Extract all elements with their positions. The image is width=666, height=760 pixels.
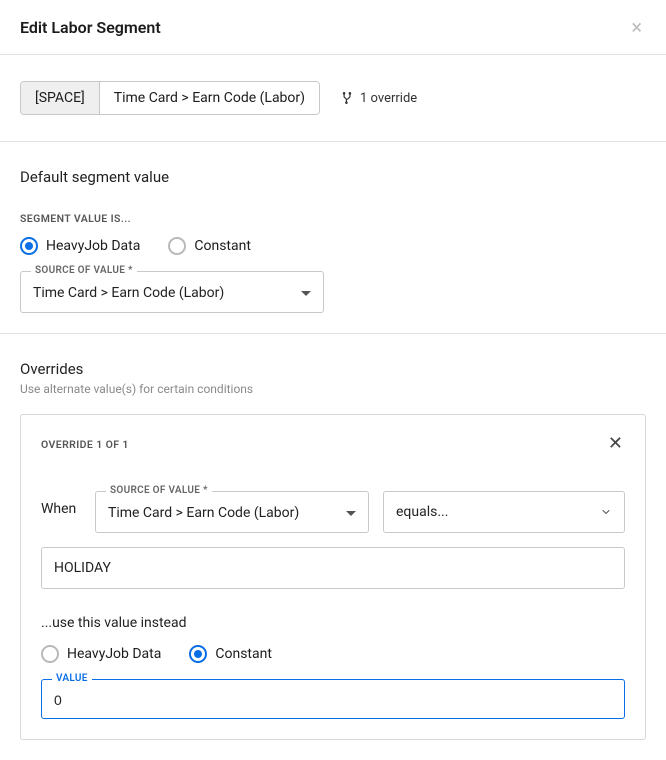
chevron-down-icon [600, 506, 612, 518]
override-card-title: Override 1 of 1 [41, 438, 129, 451]
overrides-section: Overrides Use alternate value(s) for cer… [0, 333, 666, 760]
segment-value-radio-group: HeavyJob Data Constant [20, 237, 646, 255]
condition-value-input[interactable]: HOLIDAY [41, 547, 625, 589]
radio-label: HeavyJob Data [46, 238, 140, 254]
radio-heavyjob-data[interactable]: HeavyJob Data [20, 237, 140, 255]
value-label: Value [52, 673, 92, 684]
use-instead-label: ...use this value instead [41, 615, 625, 631]
override-indicator[interactable]: 1 override [340, 91, 417, 106]
operator-value: equals... [396, 504, 448, 520]
overrides-title: Overrides [20, 360, 646, 378]
source-of-value-value: Time Card > Earn Code (Labor) [33, 285, 224, 301]
override-icon [340, 91, 354, 105]
override-source-value: Time Card > Earn Code (Labor) [108, 505, 299, 521]
close-icon[interactable]: ✕ [606, 435, 625, 453]
value-field[interactable]: Value [41, 679, 625, 719]
override-card-header: Override 1 of 1 ✕ [41, 435, 625, 453]
radio-label: HeavyJob Data [67, 646, 161, 662]
operator-select[interactable]: equals... [383, 491, 625, 533]
segment-source-button[interactable]: Time Card > Earn Code (Labor) [99, 82, 319, 114]
radio-icon [20, 237, 38, 255]
radio-constant[interactable]: Constant [168, 237, 251, 255]
source-of-value-select[interactable]: Source of value * Time Card > Earn Code … [20, 271, 324, 313]
segment-button-group: [SPACE] Time Card > Earn Code (Labor) [20, 81, 320, 115]
segment-space-button[interactable]: [SPACE] [21, 82, 99, 114]
radio-icon [168, 237, 186, 255]
radio-label: Constant [194, 238, 251, 254]
override-count-label: 1 override [360, 91, 417, 106]
dialog-header: Edit Labor Segment × [0, 0, 666, 55]
chevron-down-icon [301, 291, 311, 296]
when-row: When Source of value * Time Card > Earn … [41, 479, 625, 533]
close-icon[interactable]: × [627, 15, 646, 39]
radio-icon [189, 645, 207, 663]
value-input[interactable] [54, 690, 612, 710]
dialog-title: Edit Labor Segment [20, 18, 161, 37]
when-label: When [41, 479, 81, 517]
overrides-subtitle: Use alternate value(s) for certain condi… [20, 382, 646, 396]
default-segment-title: Default segment value [20, 168, 646, 186]
radio-constant[interactable]: Constant [189, 645, 272, 663]
radio-heavyjob-data[interactable]: HeavyJob Data [41, 645, 161, 663]
segment-value-is-label: Segment value is... [20, 212, 646, 225]
condition-value-text: HOLIDAY [54, 560, 111, 576]
radio-icon [41, 645, 59, 663]
source-of-value-label: Source of value * [31, 265, 137, 276]
radio-label: Constant [215, 646, 272, 662]
override-card: Override 1 of 1 ✕ When Source of value *… [20, 414, 646, 740]
override-value-radio-group: HeavyJob Data Constant [41, 645, 625, 663]
default-segment-section: Default segment value Segment value is..… [0, 142, 666, 333]
chevron-down-icon [346, 511, 356, 516]
when-source-wrap: Source of value * Time Card > Earn Code … [95, 479, 369, 533]
topbar: [SPACE] Time Card > Earn Code (Labor) 1 … [0, 55, 666, 142]
operator-wrap: equals... [383, 479, 625, 533]
override-source-label: Source of value * [106, 485, 212, 496]
override-source-select[interactable]: Source of value * Time Card > Earn Code … [95, 491, 369, 533]
